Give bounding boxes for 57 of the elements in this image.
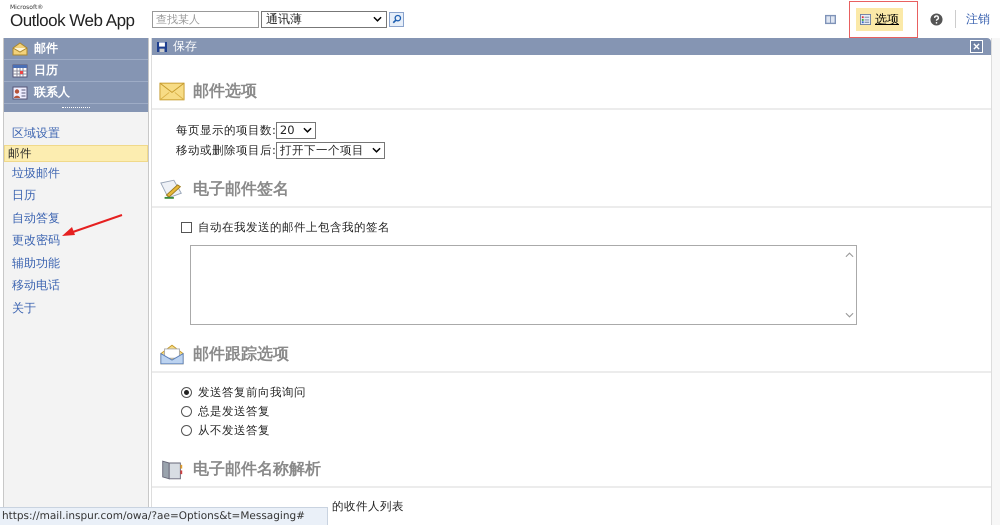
save-button[interactable]: 保存 [157, 38, 197, 55]
search-icon [392, 14, 402, 24]
field-label: 每页显示的项目数: [176, 122, 276, 138]
search-button[interactable] [389, 12, 404, 26]
help-icon[interactable] [930, 12, 943, 26]
module-tab[interactable]: 联系人 [4, 82, 148, 104]
dropdown[interactable]: 20 [276, 122, 316, 138]
nav-link[interactable]: 自动答复 [4, 206, 148, 229]
module-tab[interactable]: 邮件 [4, 38, 148, 60]
section-heading: 电子邮件签名 [193, 179, 289, 200]
scrollbar[interactable] [991, 38, 1000, 525]
nav-link[interactable]: 移动电话 [4, 274, 148, 296]
field-label: 移动或删除项目后: [176, 142, 276, 158]
nav-link[interactable]: 日历 [4, 184, 148, 206]
section-heading: 电子邮件名称解析 [193, 459, 321, 480]
checkbox[interactable] [181, 222, 192, 233]
nav-link[interactable]: 关于 [4, 296, 148, 319]
envelope-icon [12, 42, 28, 56]
resize-grip[interactable] [62, 106, 90, 110]
nav-link[interactable]: 区域设置 [4, 122, 148, 144]
radio-label: 发送答复前向我询问 [198, 385, 306, 400]
sign-out-link[interactable]: 注销 [966, 10, 990, 28]
annotation-arrow [60, 213, 124, 239]
radio-label: 从不发送答复 [198, 423, 270, 438]
envelope-icon [159, 81, 185, 102]
close-button[interactable] [970, 40, 983, 53]
close-icon [973, 43, 980, 50]
nav-link[interactable]: 更改密码 [4, 229, 148, 252]
address-book-icon[interactable] [824, 14, 837, 24]
section-heading: 邮件跟踪选项 [193, 344, 289, 365]
nav-link[interactable]: 辅助功能 [4, 252, 148, 274]
options-button[interactable]: 选项 [856, 8, 903, 30]
status-url: https://mail.inspur.com/owa/?ae=Options&t=Messaging# [0, 507, 328, 525]
chevron-icon [373, 16, 382, 22]
list-icon [860, 14, 871, 24]
checkbox-label: 自动在我发送的邮件上包含我的签名 [198, 220, 390, 235]
nav-link[interactable]: 垃圾邮件 [4, 162, 148, 184]
directory-dropdown[interactable]: 通讯薄 [261, 10, 387, 28]
chevron-icon [302, 127, 312, 133]
calendar-icon [12, 64, 28, 78]
pen-on-paper-icon [159, 179, 185, 200]
section-heading: 邮件选项 [193, 81, 257, 102]
checkbox-label: 的收件人列表 [332, 499, 404, 514]
radio-button[interactable] [181, 406, 192, 417]
caret-up-icon [844, 252, 854, 258]
radio-button[interactable] [181, 425, 192, 436]
dropdown[interactable]: 打开下一个项目 [276, 142, 385, 158]
caret-down-icon [844, 312, 854, 318]
app-logo: Outlook Web App [10, 11, 136, 30]
nav-link[interactable]: 邮件 [4, 144, 148, 162]
open-envelope-icon [159, 344, 185, 365]
module-tab[interactable]: 日历 [4, 60, 148, 82]
contact-card-icon [12, 86, 28, 100]
radio-button[interactable] [181, 387, 192, 398]
chevron-icon [372, 147, 381, 153]
radio-label: 总是发送答复 [198, 404, 270, 419]
search-field[interactable]: 查找某人 [152, 10, 259, 28]
